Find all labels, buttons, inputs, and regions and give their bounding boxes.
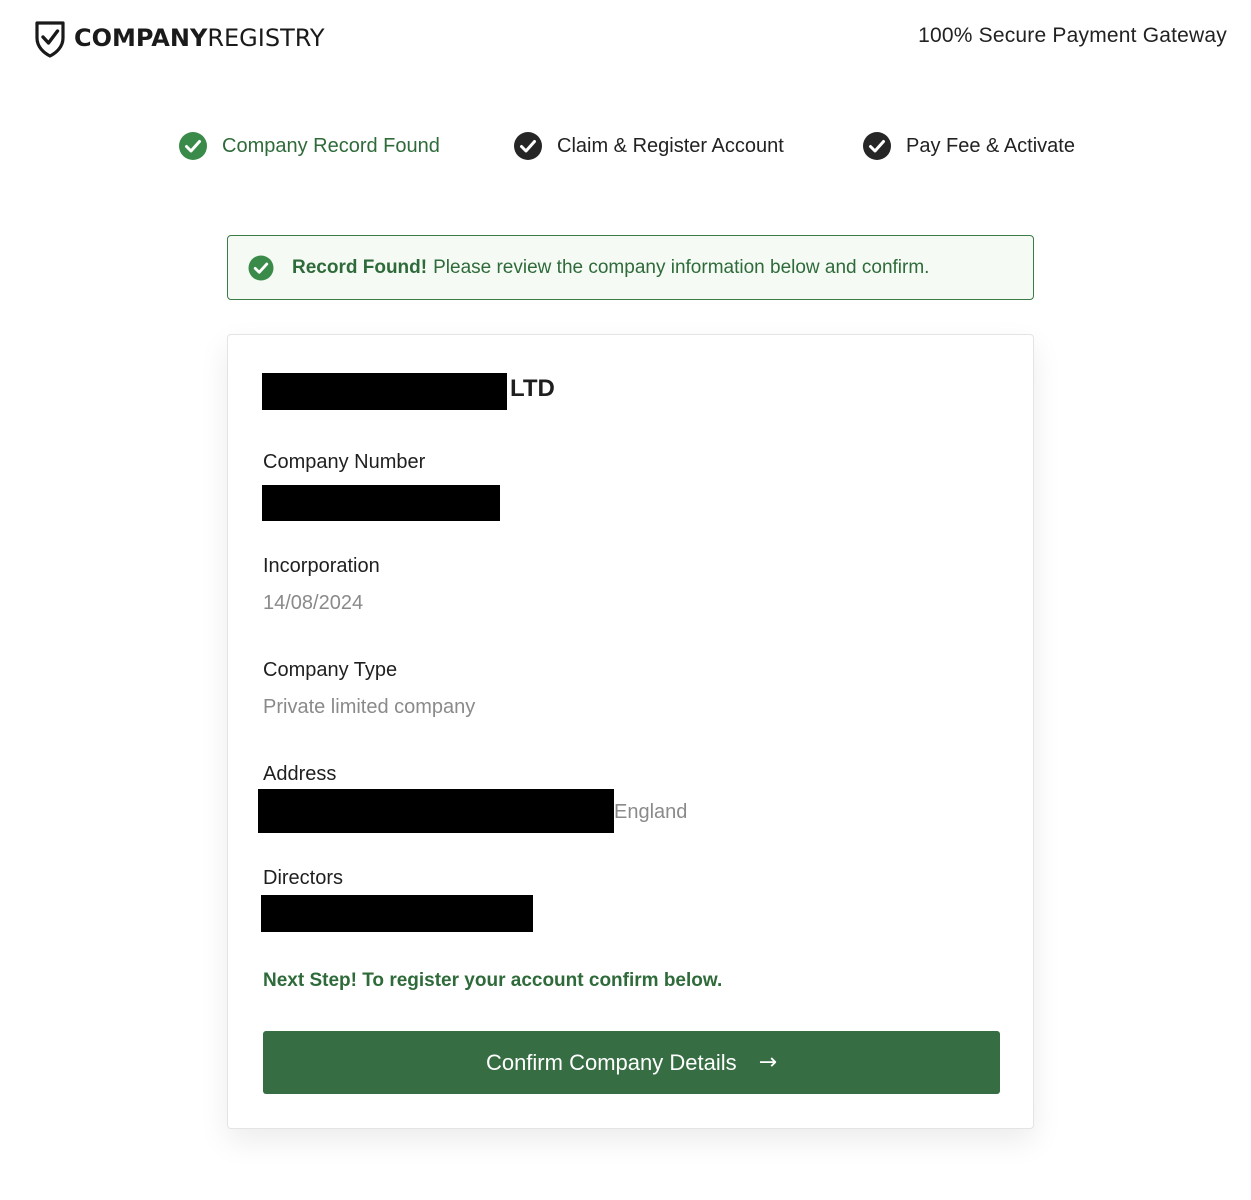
confirm-company-details-button[interactable]: Confirm Company Details → (263, 1031, 1000, 1094)
check-circle-icon (248, 255, 274, 280)
company-type-label: Company Type (263, 659, 398, 681)
confirm-button-label: Confirm Company Details (485, 1049, 737, 1075)
company-number-label: Company Number (263, 451, 426, 473)
progress-steps: Company Record Found Claim & Register Ac… (0, 130, 1251, 162)
record-found-alert: Record Found! Please review the company i… (227, 235, 1034, 300)
logo-text-registry: REGISTRY (207, 24, 325, 52)
address-label: Address (263, 763, 337, 785)
company-name-suffix: LTD (510, 375, 555, 402)
address-country: England (614, 801, 688, 823)
step-company-record-found: Company Record Found (178, 130, 440, 162)
check-circle-icon (514, 132, 542, 160)
alert-message: Record Found! Please review the company i… (292, 257, 929, 279)
secure-payment-label: 100% Secure Payment Gateway (918, 24, 1227, 47)
directors-label: Directors (263, 867, 344, 889)
next-step-message: Next Step! To register your account conf… (263, 970, 723, 991)
arrow-right-icon: → (758, 1050, 778, 1075)
company-type-value: Private limited company (263, 696, 476, 718)
incorporation-value: 14/08/2024 (263, 592, 364, 614)
company-details-card: LTD Company Number Incorporation 14/08/2… (227, 334, 1034, 1129)
alert-body: Please review the company information be… (433, 256, 930, 278)
incorporation-label: Incorporation (263, 555, 380, 577)
redacted-address (258, 789, 614, 833)
check-circle-icon (179, 132, 207, 160)
redacted-company-name (262, 373, 507, 410)
check-circle-icon (863, 132, 891, 160)
redacted-directors (261, 895, 533, 932)
logo-text-company: COMPANY (74, 24, 208, 52)
step-claim-register-account: Claim & Register Account (513, 130, 784, 162)
step-pay-fee-activate: Pay Fee & Activate (862, 130, 1075, 162)
step-label: Claim & Register Account (557, 134, 784, 157)
logo[interactable]: COMPANY REGISTRY (34, 18, 325, 58)
step-label: Company Record Found (222, 134, 440, 157)
shield-check-icon (35, 21, 65, 58)
step-label: Pay Fee & Activate (906, 134, 1075, 157)
redacted-company-number (262, 485, 500, 521)
alert-title: Record Found! (292, 256, 428, 278)
